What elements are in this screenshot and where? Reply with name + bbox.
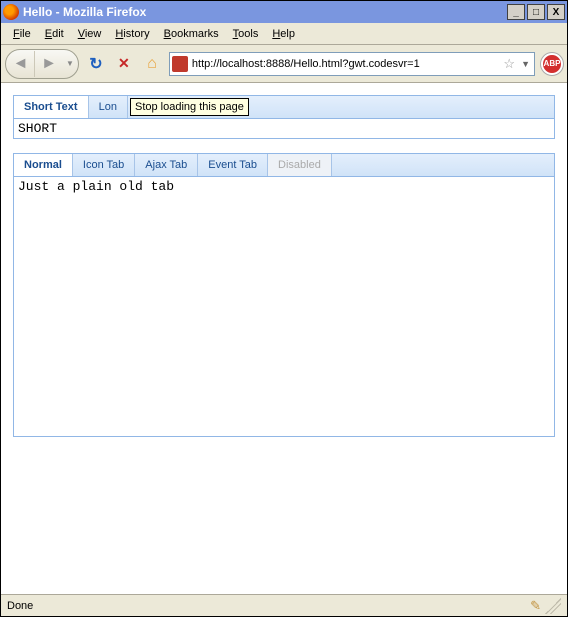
stop-button[interactable]: ✕ [113,53,135,75]
adblock-icon[interactable]: ABP [541,53,563,75]
menu-tools[interactable]: Tools [227,26,265,42]
url-text[interactable]: http://localhost:8888/Hello.html?gwt.cod… [192,58,500,70]
back-button[interactable]: ◄ [7,51,35,77]
toolbar: ◄ ► ▼ ↻ ✕ ⌂ http://localhost:8888/Hello.… [1,45,567,83]
window-title: Hello - Mozilla Firefox [23,5,507,19]
menu-edit[interactable]: Edit [39,26,70,42]
menu-help[interactable]: Help [266,26,301,42]
forward-button[interactable]: ► [35,51,63,77]
tab-normal[interactable]: Normal [14,154,73,176]
tab-long-text[interactable]: Lon [89,96,128,118]
tab-short-text[interactable]: Short Text [14,96,89,118]
menu-view[interactable]: View [72,26,108,42]
tab-disabled: Disabled [268,154,332,176]
menubar: File Edit View History Bookmarks Tools H… [1,23,567,45]
url-bar[interactable]: http://localhost:8888/Hello.html?gwt.cod… [169,52,535,76]
page-content: Short Text Lon SHORT Normal Icon Tab Aja… [1,83,567,593]
tabset-2: Normal Icon Tab Ajax Tab Event Tab Disab… [13,153,555,177]
window-titlebar: Hello - Mozilla Firefox _ □ X [1,1,567,23]
minimize-button[interactable]: _ [507,4,525,20]
tabset-1-panel: SHORT [13,119,555,139]
statusbar: Done ✎ [1,594,567,616]
site-favicon [172,56,188,72]
bookmark-star-icon[interactable]: ☆ [503,56,515,72]
menu-bookmarks[interactable]: Bookmarks [158,26,225,42]
close-button[interactable]: X [547,4,565,20]
status-text: Done [7,600,33,612]
tab-event[interactable]: Event Tab [198,154,268,176]
stop-tooltip: Stop loading this page [130,98,249,116]
reload-button[interactable]: ↻ [85,53,107,75]
tab-ajax[interactable]: Ajax Tab [135,154,198,176]
tab-icon[interactable]: Icon Tab [73,154,135,176]
tabset-1: Short Text Lon [13,95,555,119]
tabset-2-panel: Just a plain old tab [13,177,555,437]
firefox-icon [3,4,19,20]
firebug-icon[interactable]: ✎ [530,598,541,614]
resize-grip[interactable] [545,598,561,614]
nav-buttons: ◄ ► ▼ [5,49,79,79]
menu-file[interactable]: File [7,26,37,42]
nav-history-dropdown[interactable]: ▼ [63,59,77,68]
maximize-button[interactable]: □ [527,4,545,20]
menu-history[interactable]: History [109,26,155,42]
url-dropdown-icon[interactable]: ▼ [519,59,532,69]
home-button[interactable]: ⌂ [141,53,163,75]
